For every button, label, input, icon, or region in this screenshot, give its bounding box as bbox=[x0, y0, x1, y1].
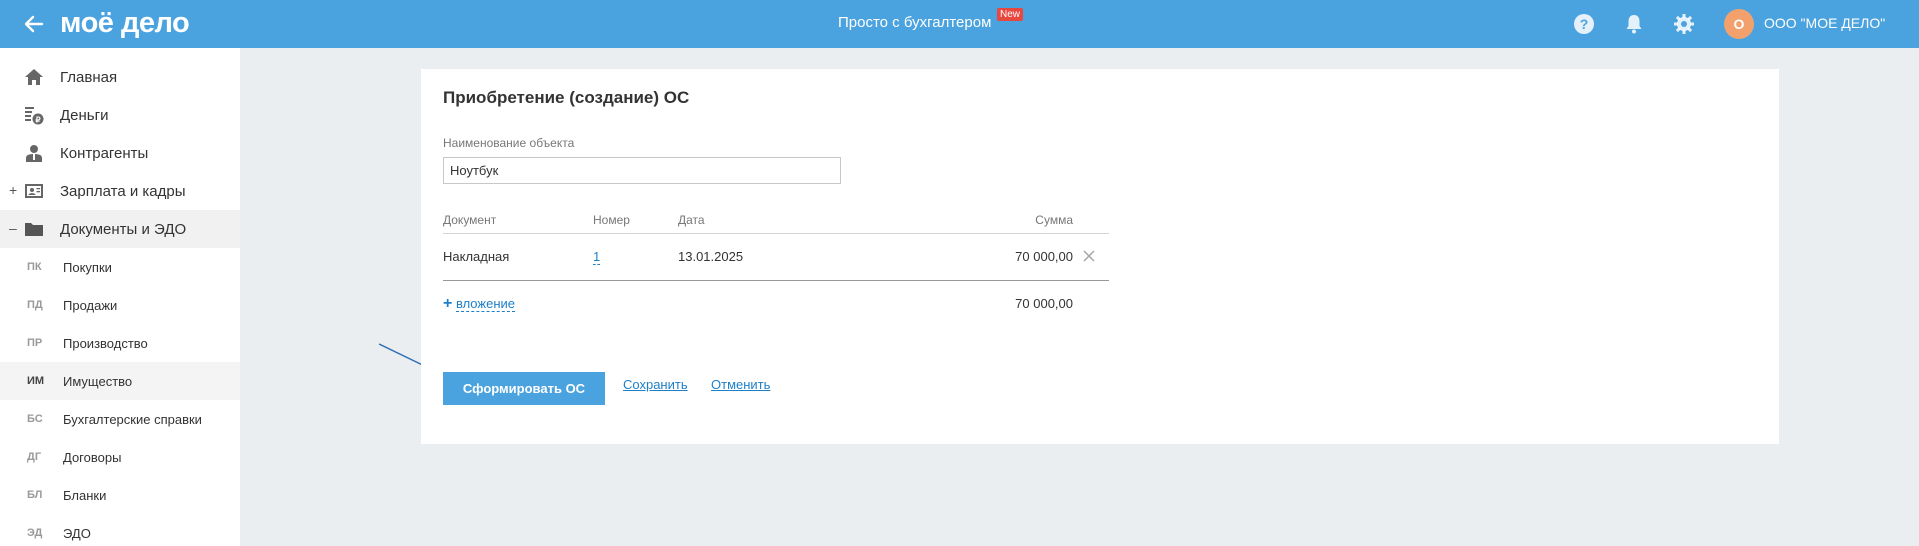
svg-text:?: ? bbox=[1580, 16, 1589, 32]
subitem-property[interactable]: ИМ Имущество bbox=[0, 362, 240, 400]
avatar[interactable]: О bbox=[1724, 9, 1754, 39]
salary-icon bbox=[25, 184, 43, 198]
sidebar-item-home[interactable]: Главная bbox=[0, 58, 240, 96]
sidebar-item-label: Зарплата и кадры bbox=[60, 183, 186, 200]
subitem-label: Имущество bbox=[63, 374, 133, 389]
sidebar-item-documents[interactable]: – Документы и ЭДО bbox=[0, 210, 240, 248]
column-header-number: Номер bbox=[593, 213, 630, 227]
sidebar-item-label: Контрагенты bbox=[60, 145, 149, 162]
subitem-abbr: БС bbox=[27, 413, 43, 425]
asset-acquisition-card: Приобретение (создание) ОС Наименование … bbox=[421, 69, 1779, 444]
header-divider bbox=[443, 233, 1109, 234]
money-icon: ₽ bbox=[25, 107, 44, 125]
subitem-abbr: ПР bbox=[27, 337, 43, 349]
logo[interactable]: моё дело bbox=[60, 7, 190, 40]
bell-icon[interactable] bbox=[1622, 12, 1646, 36]
row-document: Накладная bbox=[443, 249, 510, 264]
plus-icon: + bbox=[443, 295, 453, 312]
sidebar-item-label: Документы и ЭДО bbox=[60, 221, 187, 238]
page-title: Приобретение (создание) ОС bbox=[443, 88, 690, 107]
subitem-abbr: ДГ bbox=[27, 451, 42, 463]
subitem-abbr: ИМ bbox=[27, 375, 45, 387]
subitem-label: Покупки bbox=[63, 260, 112, 275]
column-header-sum: Сумма bbox=[1035, 213, 1073, 227]
row-number-link[interactable]: 1 bbox=[593, 249, 601, 265]
subitem-label: Продажи bbox=[63, 298, 118, 313]
subitem-abbr: ПД bbox=[27, 299, 43, 311]
home-icon bbox=[25, 69, 43, 85]
cancel-link[interactable]: Отменить bbox=[711, 377, 770, 392]
help-icon[interactable]: ? bbox=[1572, 12, 1596, 36]
subitem-abbr: ЭД bbox=[27, 527, 43, 539]
add-attachment-link[interactable]: + вложение bbox=[443, 295, 515, 313]
folder-icon bbox=[25, 223, 43, 236]
object-name-label: Наименование объекта bbox=[443, 136, 575, 150]
row-divider bbox=[443, 280, 1109, 281]
save-link[interactable]: Сохранить bbox=[623, 377, 688, 392]
subitem-forms[interactable]: БЛ Бланки bbox=[0, 476, 240, 514]
subitem-label: Бланки bbox=[63, 488, 107, 503]
create-asset-button[interactable]: Сформировать ОС bbox=[443, 372, 605, 405]
back-arrow-icon[interactable] bbox=[22, 12, 46, 36]
total-sum: 70 000,00 bbox=[1015, 296, 1073, 311]
remove-row-icon[interactable] bbox=[1082, 249, 1096, 263]
sidebar-item-contractors[interactable]: Контрагенты bbox=[0, 134, 240, 172]
row-date: 13.01.2025 bbox=[678, 249, 744, 264]
sidebar-item-money[interactable]: ₽ Деньги bbox=[0, 96, 240, 134]
company-name[interactable]: ООО "МОЕ ДЕЛО" bbox=[1764, 15, 1885, 31]
sidebar-item-label: Главная bbox=[60, 69, 118, 86]
subitem-sales[interactable]: ПД Продажи bbox=[0, 286, 240, 324]
accountant-service-link[interactable]: Просто с бухгалтером bbox=[838, 14, 991, 31]
subitem-label: Бухгалтерские справки bbox=[63, 412, 202, 427]
new-badge: New bbox=[997, 8, 1024, 21]
subitem-label: Производство bbox=[63, 336, 148, 351]
collapse-toggle[interactable]: – bbox=[9, 220, 17, 236]
subitem-edo[interactable]: ЭД ЭДО bbox=[0, 514, 240, 546]
expand-toggle[interactable]: + bbox=[9, 182, 17, 198]
contractors-icon bbox=[26, 145, 42, 162]
row-sum: 70 000,00 bbox=[1015, 249, 1073, 264]
subitem-abbr: БЛ bbox=[27, 489, 43, 501]
subitem-label: ЭДО bbox=[63, 526, 91, 541]
subitem-abbr: ПК bbox=[27, 261, 42, 273]
gear-icon[interactable] bbox=[1672, 12, 1696, 36]
column-header-document: Документ bbox=[443, 213, 497, 227]
column-header-date: Дата bbox=[678, 213, 705, 227]
sidebar-item-salary[interactable]: + Зарплата и кадры bbox=[0, 172, 240, 210]
sidebar-item-label: Деньги bbox=[60, 107, 109, 124]
top-header: моё дело Просто с бухгалтером New ? О ОО… bbox=[0, 0, 1919, 48]
subitem-label: Договоры bbox=[63, 450, 122, 465]
svg-text:₽: ₽ bbox=[35, 116, 40, 125]
subitem-production[interactable]: ПР Производство bbox=[0, 324, 240, 362]
subitem-contracts[interactable]: ДГ Договоры bbox=[0, 438, 240, 476]
add-attachment-label: вложение bbox=[455, 296, 515, 312]
object-name-input[interactable] bbox=[443, 157, 841, 184]
sidebar: Главная ₽ Деньги Контрагенты + Зарплата … bbox=[0, 48, 240, 546]
subitem-purchases[interactable]: ПК Покупки bbox=[0, 248, 240, 286]
subitem-accounting-notes[interactable]: БС Бухгалтерские справки bbox=[0, 400, 240, 438]
